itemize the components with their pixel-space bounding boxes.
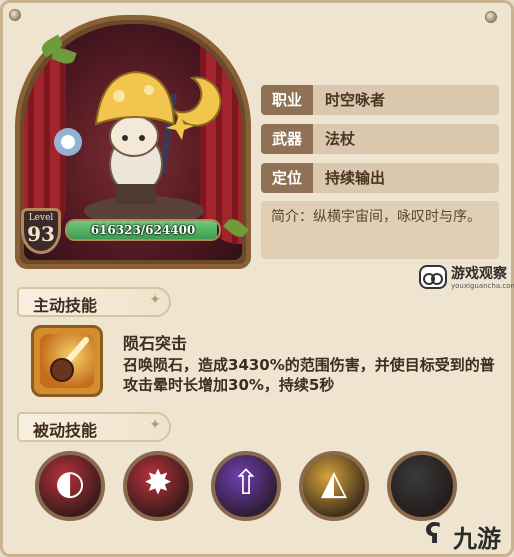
info-label: 职业 [261, 85, 313, 115]
info-value: 时空咏者 [325, 91, 386, 109]
section-title: 主动技能 [33, 296, 98, 315]
info-row-weapon: 武器 法杖 [261, 124, 499, 154]
jiuyou-mark-icon: ʕ [425, 517, 442, 550]
section-title: 被动技能 [33, 421, 98, 440]
active-skill-description: 召唤陨石，造成3430%的范围伤害，并使目标受到的普攻击晕时长增加30%，持续5… [123, 356, 495, 394]
info-label: 定位 [261, 163, 313, 193]
rivet-icon [485, 11, 497, 23]
info-row-class: 职业 时空咏者 [261, 85, 499, 115]
info-row-role: 定位 持续输出 [261, 163, 499, 193]
jiuyou-text: 九游 [453, 525, 501, 553]
passive-skill-3[interactable]: ⇧ [211, 451, 281, 521]
hp-text: 616323/624400 [90, 223, 196, 237]
info-value: 持续输出 [325, 169, 386, 187]
active-skill-icon[interactable] [31, 325, 103, 397]
active-skill-name: 陨石突击 [123, 334, 188, 353]
passive-skill-1[interactable]: ◐ [35, 451, 105, 521]
level-badge: Level 93 [21, 208, 61, 254]
section-active-skill: 主动技能 ✦ [17, 287, 171, 317]
passive-skill-2[interactable]: ✸ [123, 451, 193, 521]
jiuyou-logo: ʕ 九游 [423, 515, 513, 555]
info-value: 法杖 [325, 130, 356, 148]
gamepad-logo-icon [419, 265, 447, 289]
hp-bar: 616323/624400 [65, 219, 221, 241]
watermark-title: 游戏观察 [451, 266, 507, 282]
sparkle-icon: ✦ [149, 292, 161, 308]
crimson-slash-icon: ◐ [55, 463, 85, 503]
character-description: 简介：纵横宇宙间，咏叹时与序。 [261, 201, 499, 259]
level-number: 93 [27, 222, 55, 246]
sparkle-icon: ✦ [149, 417, 161, 433]
info-label: 武器 [261, 124, 313, 154]
watermark-url: youxiguancha.com [451, 282, 514, 290]
meteor-icon [40, 334, 94, 388]
pizza-slice-icon: ◭ [320, 463, 348, 503]
section-passive-skills: 被动技能 ✦ [17, 412, 171, 442]
passive-skill-4[interactable]: ◭ [299, 451, 369, 521]
character-panel: Level 93 616323/624400 职业 时空咏者 武器 法杖 定位 … [0, 0, 514, 557]
arrow-up-icon: ⇧ [231, 463, 261, 503]
rivet-icon [9, 9, 21, 21]
watermark: 游戏观察 youxiguancha.com [419, 263, 514, 293]
passive-skill-5[interactable] [387, 451, 457, 521]
flame-claw-icon: ✸ [143, 463, 173, 503]
